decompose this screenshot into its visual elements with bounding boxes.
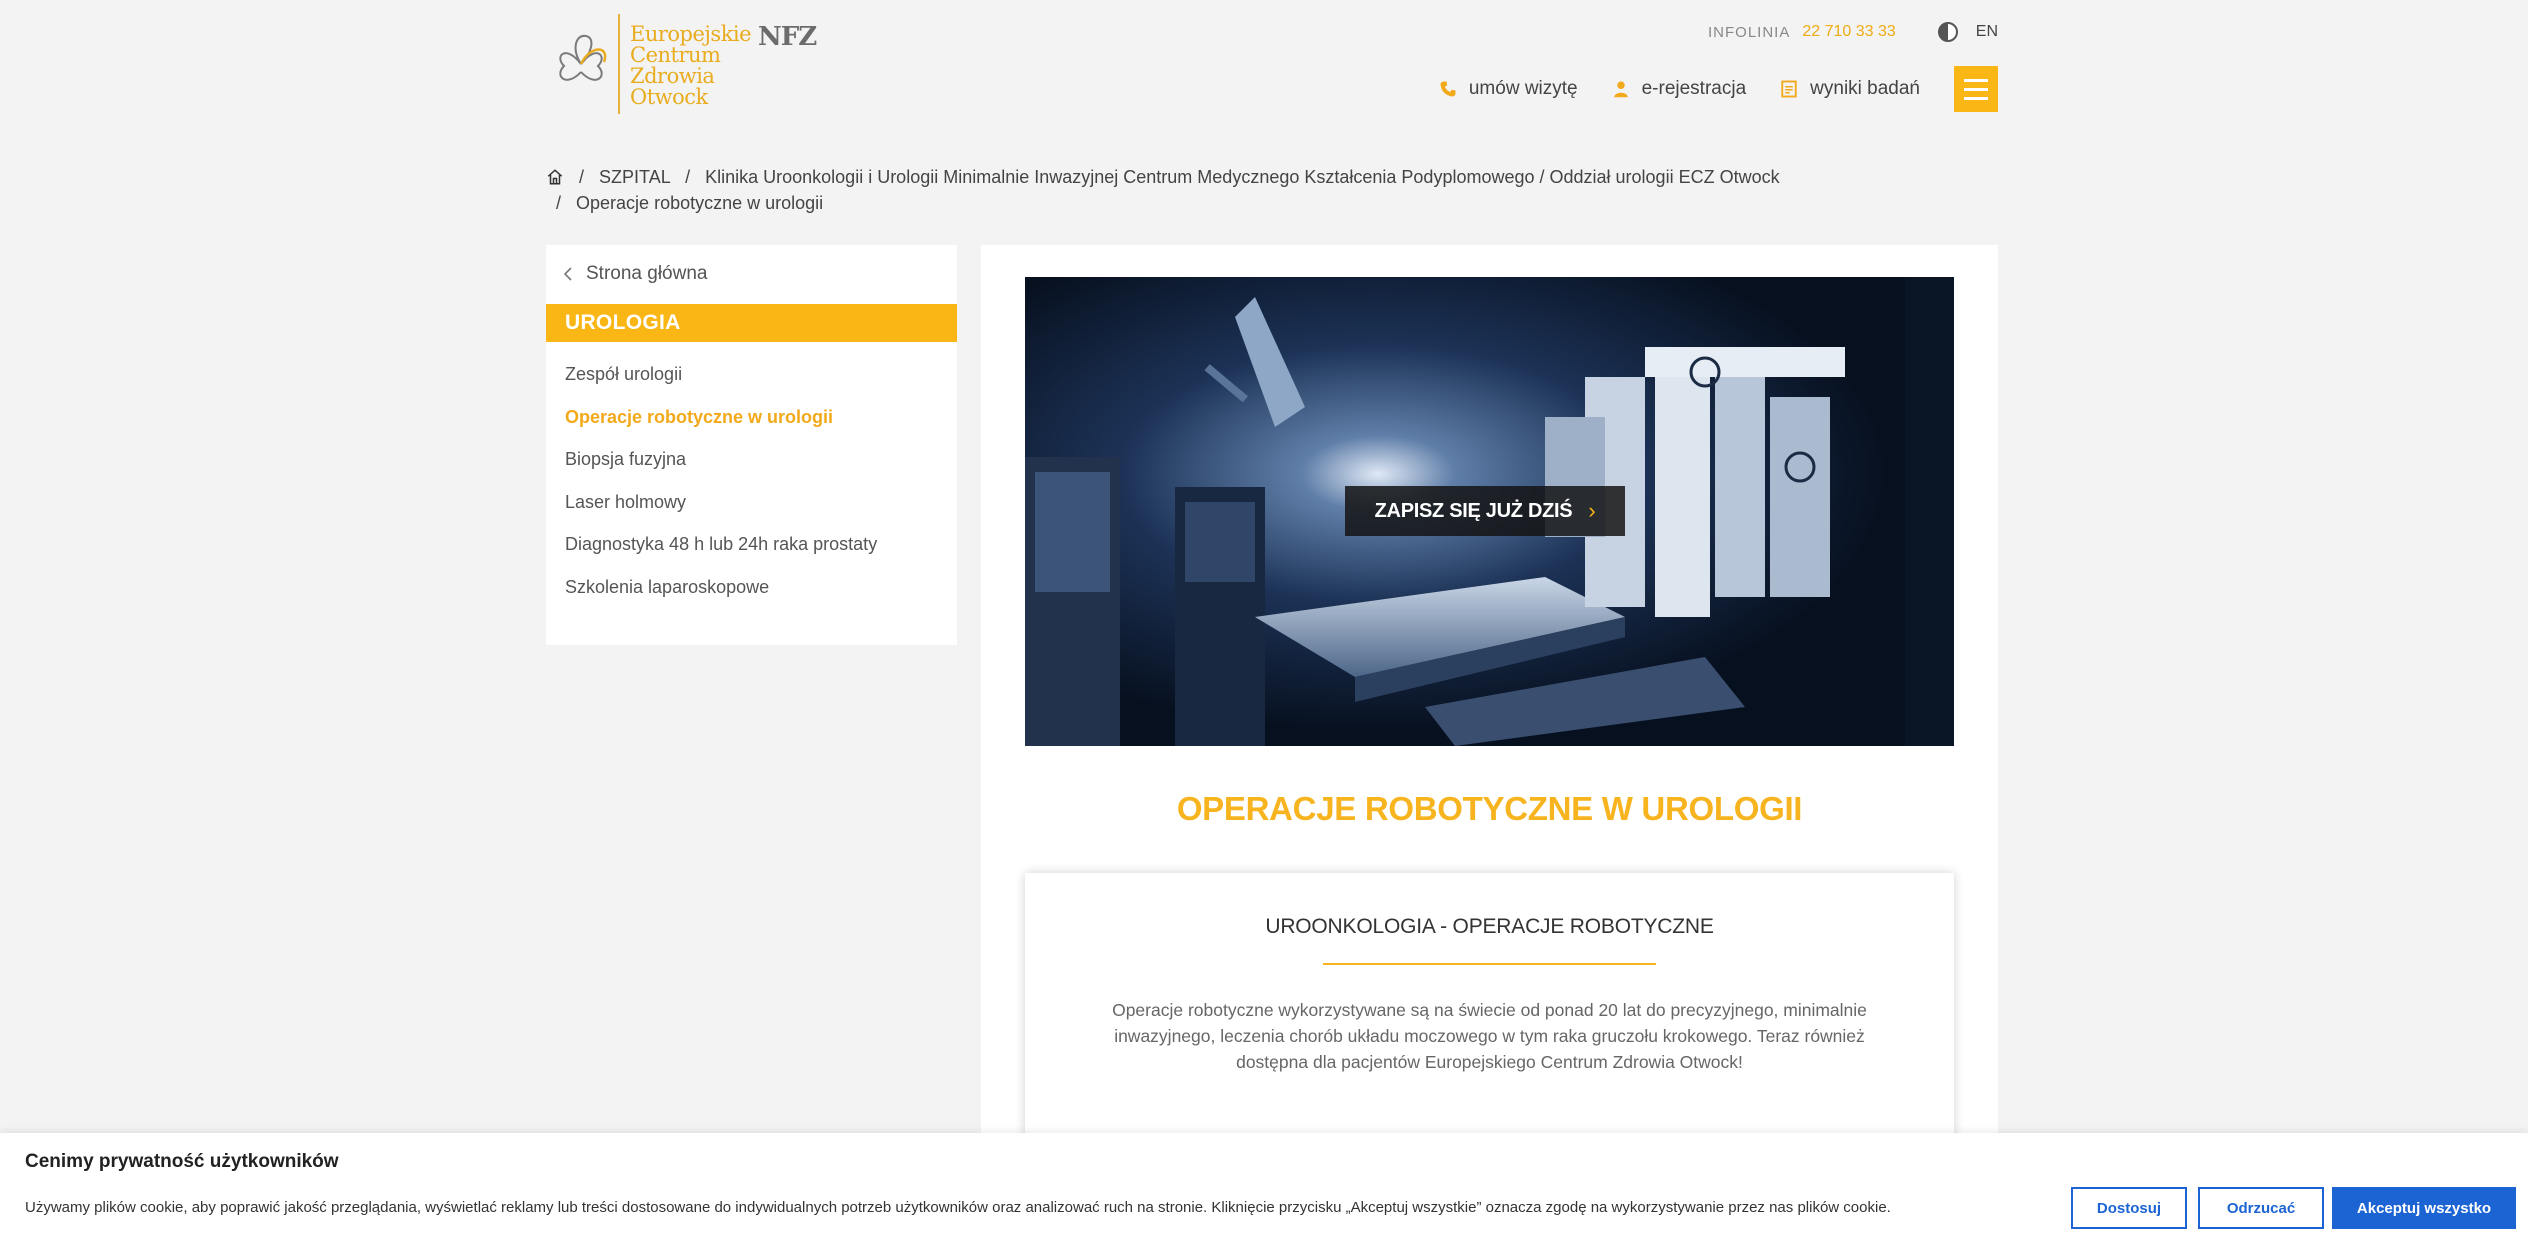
back-to-home-link[interactable]: Strona główna	[562, 263, 707, 285]
breadcrumb-current: Operacje robotyczne w urologii	[576, 193, 824, 213]
logo-line: Europejskie	[630, 22, 752, 46]
cookie-text: Używamy plików cookie, aby poprawić jako…	[25, 1199, 1891, 1216]
breadcrumb-separator: /	[685, 167, 691, 187]
breadcrumb-item[interactable]: Klinika Uroonkologii i Urologii Minimaln…	[705, 167, 1779, 187]
menu-line	[1964, 96, 1988, 100]
nfz-logo: NFZ	[758, 22, 817, 52]
logo-line: Otwock	[630, 85, 708, 109]
breadcrumb: / SZPITAL / Klinika Uroonkologii i Urolo…	[546, 164, 1846, 216]
document-icon	[1781, 80, 1797, 98]
breadcrumb-separator: /	[579, 167, 585, 187]
breadcrumb-item[interactable]: SZPITAL	[599, 167, 670, 187]
breadcrumb-row: / SZPITAL / Klinika Uroonkologii i Urolo…	[546, 164, 1846, 190]
sidebar-item-active[interactable]: Operacje robotyczne w urologii	[565, 405, 877, 448]
contrast-toggle-icon[interactable]	[1937, 22, 1958, 42]
quicknav-appointment[interactable]: umów wizytę	[1439, 78, 1578, 100]
sidebar-heading: UROLOGIA	[546, 304, 957, 342]
quicknav-eregistration[interactable]: e-rejestracja	[1612, 78, 1747, 100]
cookie-accept-button[interactable]: Akceptuj wszystko	[2332, 1187, 2516, 1229]
menu-line	[1964, 87, 1988, 91]
sidebar-item[interactable]: Laser holmowy	[565, 490, 877, 533]
clover-logo-icon	[559, 34, 607, 81]
signup-cta-button[interactable]: ZAPISZ SIĘ JUŻ DZIŚ ›	[1345, 486, 1625, 536]
menu-line	[1964, 78, 1988, 82]
cookie-customize-button[interactable]: Dostosuj	[2071, 1187, 2187, 1229]
hero-image: ZAPISZ SIĘ JUŻ DZIŚ ›	[1025, 277, 1954, 746]
quicknav-label: e-rejestracja	[1641, 78, 1747, 99]
language-switch[interactable]: EN	[1976, 23, 1998, 41]
sidebar-item[interactable]: Szkolenia laparoskopowe	[565, 575, 877, 618]
infolinia-phone-link[interactable]: 22 710 33 33	[1802, 23, 1895, 41]
quicknav-results[interactable]: wyniki badań	[1780, 78, 1920, 100]
infolinia-label: INFOLINIA	[1707, 23, 1791, 41]
sidebar: Strona główna UROLOGIA Zespół urologii O…	[546, 245, 957, 645]
main-content: ZAPISZ SIĘ JUŻ DZIŚ › OPERACJE ROBOTYCZN…	[981, 245, 1998, 1244]
sidebar-item[interactable]: Biopsja fuzyjna	[565, 447, 877, 490]
cookie-banner: Cenimy prywatność użytkowników Używamy p…	[0, 1133, 2528, 1244]
logo-text: Europejskie Centrum Zdrowia Otwock	[630, 14, 752, 109]
quicknav-label: wyniki badań	[1810, 78, 1920, 99]
sidebar-item[interactable]: Diagnostyka 48 h lub 24h raka prostaty	[565, 532, 877, 575]
cookie-title: Cenimy prywatność użytkowników	[25, 1151, 339, 1172]
breadcrumb-home[interactable]	[546, 167, 564, 187]
site-header: Europejskie Centrum Zdrowia Otwock NFZ I…	[546, 0, 1998, 130]
logo-divider	[618, 14, 620, 114]
card-heading: UROONKOLOGIA - OPERACJE ROBOTYCZNE	[1265, 915, 1714, 938]
cookie-reject-button[interactable]: Odrzucać	[2198, 1187, 2324, 1229]
logo-line: Centrum	[630, 43, 721, 67]
hamburger-menu-button[interactable]	[1954, 66, 1998, 112]
back-link-label: Strona główna	[586, 263, 708, 284]
page-title: OPERACJE ROBOTYCZNE W UROLOGII	[1176, 790, 1803, 827]
logo-line: Zdrowia	[630, 64, 715, 88]
breadcrumb-row: / Operacje robotyczne w urologii	[556, 190, 1846, 216]
top-bar: INFOLINIA 22 710 33 33 EN	[1708, 22, 1998, 42]
breadcrumb-separator: /	[556, 193, 562, 213]
phone-icon	[1440, 81, 1456, 97]
cta-label: ZAPISZ SIĘ JUŻ DZIŚ	[1374, 499, 1573, 522]
quicknav-label: umów wizytę	[1468, 78, 1578, 99]
sidebar-menu: Zespół urologii Operacje robotyczne w ur…	[565, 362, 877, 617]
card-text: Operacje robotyczne wykorzystywane są na…	[1112, 1000, 1867, 1072]
quick-nav: umów wizytę e-rejestracja wyniki badań	[1439, 66, 1998, 112]
heading-underline	[1323, 963, 1656, 965]
chevron-left-icon	[563, 267, 572, 281]
home-icon	[547, 169, 563, 185]
user-icon	[1613, 81, 1628, 98]
chevron-right-icon: ›	[1588, 498, 1596, 523]
site-logo[interactable]: Europejskie Centrum Zdrowia Otwock	[546, 14, 752, 114]
sidebar-item[interactable]: Zespół urologii	[565, 362, 877, 405]
